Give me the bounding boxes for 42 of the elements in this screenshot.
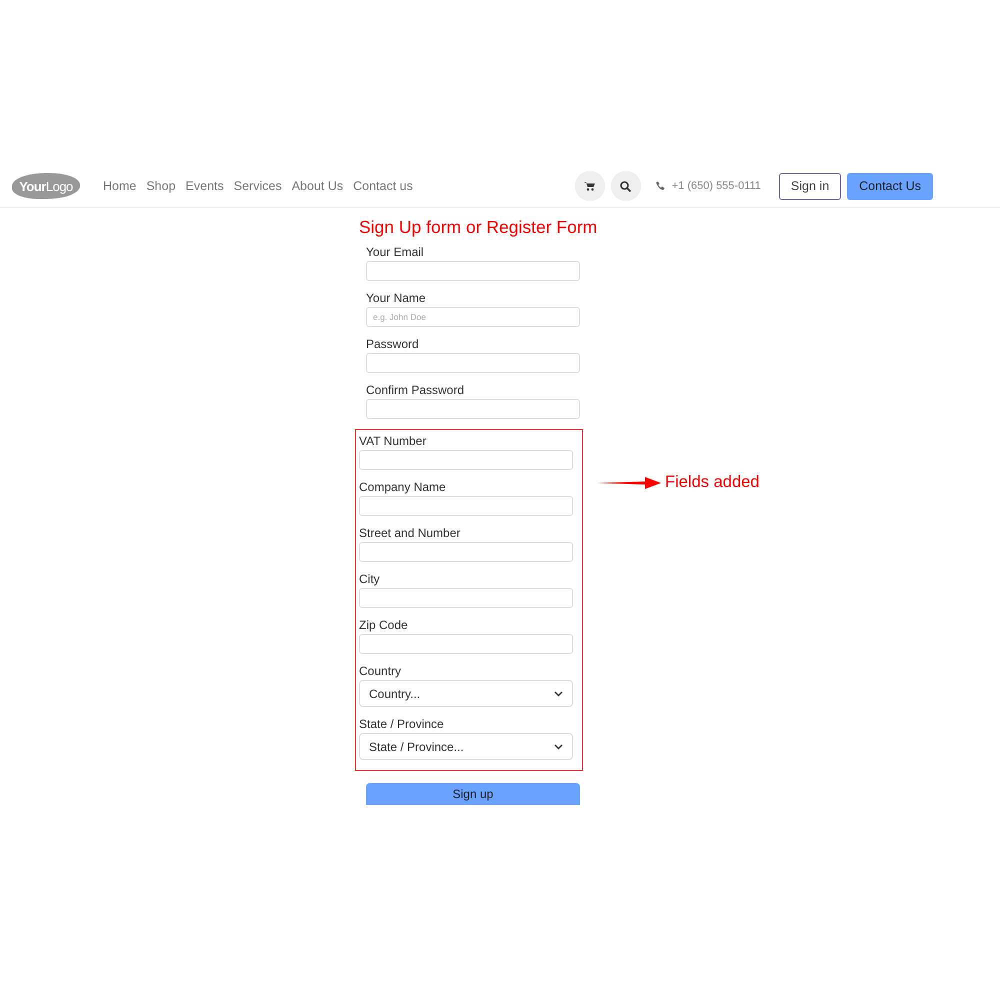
- search-button[interactable]: [610, 171, 641, 201]
- phone-number: +1 (650) 555-0111: [672, 180, 761, 192]
- field-label: State / Province: [359, 717, 445, 731]
- cart-button[interactable]: [574, 171, 605, 201]
- field-label: Password: [366, 337, 420, 351]
- nav-link[interactable]: Home: [103, 179, 136, 193]
- input-field[interactable]: [366, 353, 580, 373]
- search-icon: [620, 180, 632, 192]
- input-field[interactable]: [366, 261, 580, 281]
- input-field[interactable]: [359, 496, 573, 516]
- field-label: Country: [359, 664, 402, 678]
- nav-link[interactable]: Shop: [146, 179, 176, 193]
- input-field[interactable]: [359, 588, 573, 608]
- field-label: Confirm Password: [366, 383, 466, 397]
- annotation-text: Fields added: [665, 473, 760, 492]
- input-field[interactable]: [359, 634, 573, 654]
- form-title: Sign Up form or Register Form: [359, 217, 598, 238]
- field-label: VAT Number: [359, 434, 428, 448]
- field-label: Zip Code: [359, 618, 409, 632]
- nav-link[interactable]: Contact us: [353, 179, 413, 193]
- contact-us-button[interactable]: Contact Us: [847, 172, 933, 200]
- input-field[interactable]: [366, 399, 580, 419]
- logo[interactable]: YourLogo: [12, 173, 80, 199]
- chevron-down-icon: [554, 744, 563, 750]
- select-field[interactable]: Country...: [359, 680, 573, 707]
- phone-icon: [654, 181, 665, 191]
- nav-link[interactable]: About Us: [292, 179, 344, 193]
- sign-up-button[interactable]: Sign up: [366, 783, 580, 805]
- input-field[interactable]: [359, 450, 573, 470]
- nav-link[interactable]: Events: [186, 179, 224, 193]
- sign-in-button[interactable]: Sign in: [778, 172, 842, 200]
- field-label: Your Name: [366, 291, 427, 305]
- field-label: Company Name: [359, 480, 447, 494]
- nav-link[interactable]: Services: [234, 179, 282, 193]
- field-label: Street and Number: [359, 526, 462, 540]
- cart-icon: [584, 181, 596, 191]
- chevron-down-icon: [554, 690, 563, 696]
- input-field[interactable]: [359, 542, 573, 562]
- field-label: Your Email: [366, 245, 425, 259]
- select-field[interactable]: State / Province...: [359, 733, 573, 760]
- input-field[interactable]: e.g. John Doe: [366, 307, 580, 327]
- field-label: City: [359, 572, 381, 586]
